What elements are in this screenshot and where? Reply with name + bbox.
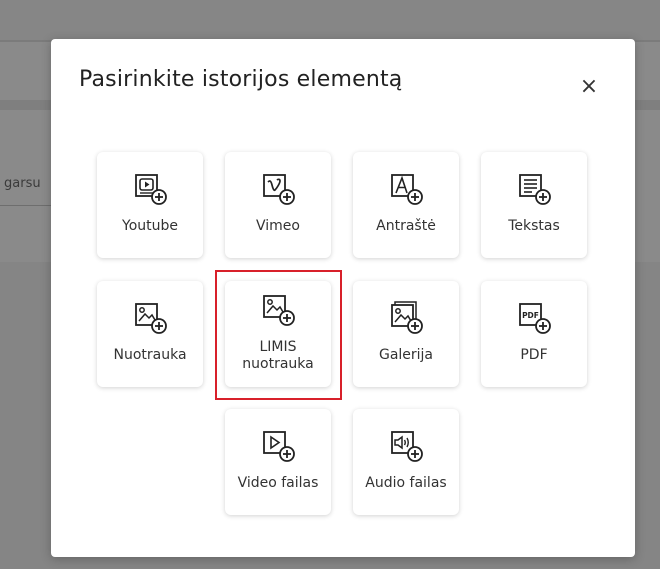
tile-label: Nuotrauka: [113, 347, 187, 363]
text-icon: [519, 174, 551, 205]
modal-title: Pasirinkite istorijos elementą: [79, 67, 403, 92]
tile-audio-file[interactable]: Audio failas: [353, 409, 459, 515]
tile-video-file[interactable]: Video failas: [225, 409, 331, 515]
close-button[interactable]: ×: [577, 75, 601, 99]
story-element-modal: Pasirinkite istorijos elementą × Youtube…: [51, 39, 635, 557]
background-header: [0, 0, 660, 40]
youtube-icon: [135, 174, 167, 205]
tile-label: Youtube: [122, 218, 178, 234]
tile-label: Tekstas: [508, 218, 560, 234]
video-file-icon: [263, 431, 295, 462]
tile-label: Vimeo: [256, 218, 300, 234]
tile-pdf[interactable]: PDF PDF: [481, 281, 587, 387]
tile-youtube[interactable]: Youtube: [97, 152, 203, 258]
background-input-text: garsu: [4, 176, 41, 191]
tile-label: Galerija: [378, 347, 434, 363]
tile-label: Antraštė: [376, 218, 436, 234]
highlight-box: [215, 270, 342, 400]
image-icon: [135, 303, 167, 334]
pdf-icon: PDF: [519, 303, 551, 334]
gallery-icon: [391, 301, 423, 334]
tile-label: PDF: [520, 347, 548, 363]
audio-file-icon: [391, 431, 423, 462]
tile-heading[interactable]: Antraštė: [353, 152, 459, 258]
tile-vimeo[interactable]: Vimeo: [225, 152, 331, 258]
tile-image[interactable]: Nuotrauka: [97, 281, 203, 387]
heading-icon: [391, 174, 423, 205]
tile-label: Video failas: [237, 475, 319, 491]
vimeo-icon: [263, 174, 295, 205]
pdf-icon-text: PDF: [522, 311, 539, 320]
tile-text[interactable]: Tekstas: [481, 152, 587, 258]
tile-gallery[interactable]: Galerija: [353, 281, 459, 387]
tile-label: Audio failas: [365, 475, 447, 491]
